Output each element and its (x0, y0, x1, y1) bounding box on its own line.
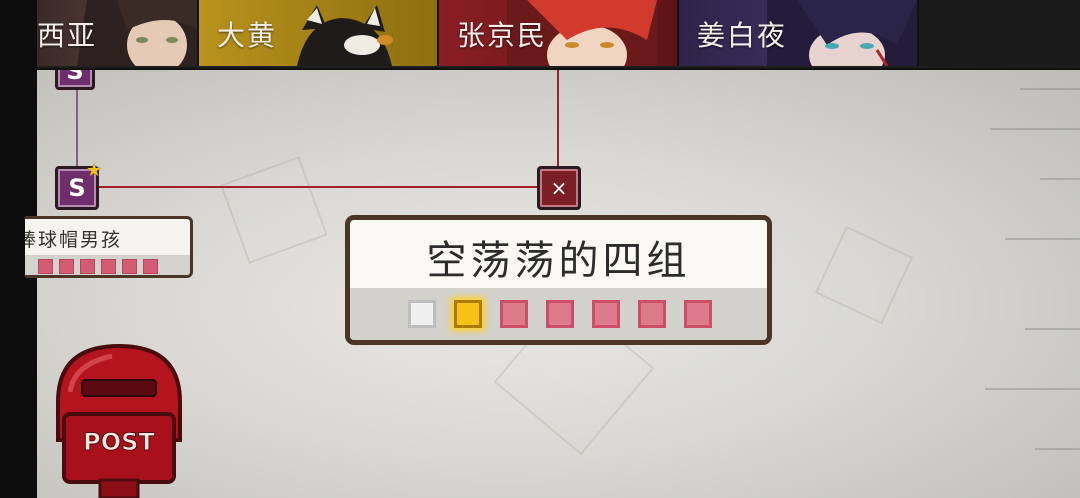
progress-square-current (454, 300, 482, 328)
progress-square (143, 259, 158, 274)
progress-square (122, 259, 137, 274)
progress-square (38, 259, 53, 274)
progress-square-empty (408, 300, 436, 328)
red-connector-line (98, 186, 538, 188)
speed-streak (990, 128, 1080, 130)
star-icon: ★ (86, 160, 103, 181)
progress-square-pending (592, 300, 620, 328)
progress-square (59, 259, 74, 274)
tab-label: 西亚 (37, 19, 98, 52)
close-icon: × (550, 176, 568, 200)
progress-square-pending (500, 300, 528, 328)
character-tab-bar: 西亚 大黄 张京民 姜白夜 (37, 0, 1080, 70)
group-info-dialog[interactable]: 空荡荡的四组 (345, 215, 772, 345)
tab-character-1[interactable]: 西亚 (37, 0, 199, 66)
tab-character-3[interactable]: 张京民 (439, 0, 679, 66)
red-connector-line (557, 68, 559, 168)
tab-character-4[interactable]: 姜白夜 (679, 0, 919, 66)
progress-square (101, 259, 116, 274)
group-card-title: 棒球帽男孩 (25, 229, 123, 251)
speed-streak (1035, 448, 1080, 450)
tab-label: 姜白夜 (697, 19, 788, 52)
character-portrait (767, 0, 917, 66)
node-letter: S (68, 174, 86, 202)
tab-empty (919, 0, 1080, 66)
speed-streak (1005, 238, 1080, 240)
speed-streak (1020, 88, 1080, 90)
progress-square (80, 259, 95, 274)
progress-square-pending (546, 300, 574, 328)
speed-streak (1025, 328, 1080, 330)
tab-character-2[interactable]: 大黄 (199, 0, 439, 66)
purple-connector-line (76, 86, 78, 170)
tab-label: 大黄 (217, 19, 278, 52)
tab-label: 张京民 (457, 19, 548, 52)
dialog-title: 空荡荡的四组 (426, 238, 691, 284)
cat-portrait (297, 5, 393, 66)
post-mailbox[interactable]: POST (52, 342, 186, 498)
group-card-baseball-cap-boy[interactable]: 棒球帽男孩 (25, 216, 193, 278)
speed-streak (1040, 178, 1080, 180)
background-decoration (814, 225, 914, 325)
mailbox-label: POST (83, 428, 155, 456)
locked-node-x[interactable]: × (537, 166, 581, 210)
speed-streak (985, 388, 1080, 390)
background-decoration (220, 156, 328, 264)
progress-square-pending (684, 300, 712, 328)
progress-square-pending (638, 300, 666, 328)
